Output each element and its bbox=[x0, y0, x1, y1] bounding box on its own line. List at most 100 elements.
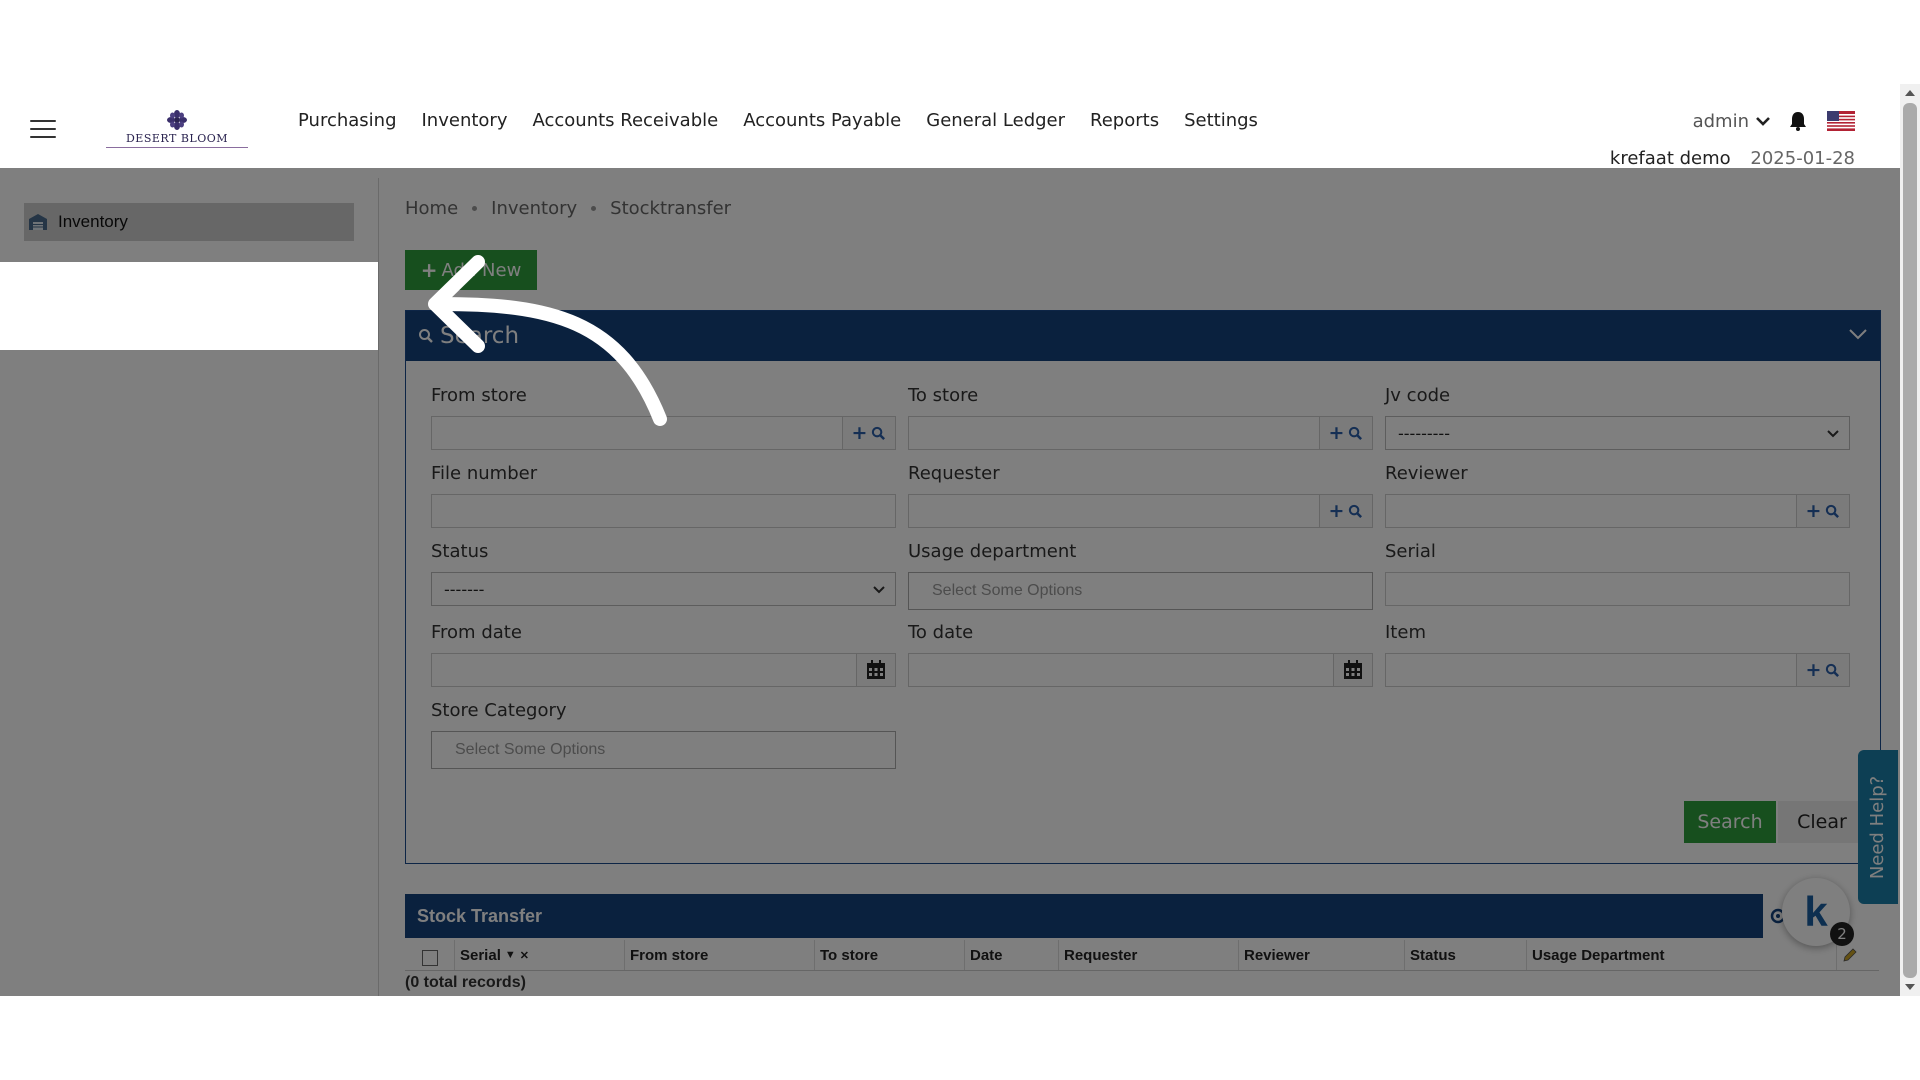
bell-icon[interactable] bbox=[1787, 110, 1809, 132]
file-number-field: File number bbox=[431, 463, 896, 528]
breadcrumb: Home Inventory Stocktransfer bbox=[405, 198, 731, 219]
usage-department-placeholder: Select Some Options bbox=[932, 582, 1083, 599]
requester-lookup-button[interactable]: + bbox=[1319, 495, 1372, 527]
nav-purchasing[interactable]: Purchasing bbox=[298, 110, 397, 131]
search-button[interactable]: Search bbox=[1684, 801, 1776, 843]
file-number-input[interactable] bbox=[432, 495, 895, 527]
nav-accounts-payable[interactable]: Accounts Payable bbox=[743, 110, 901, 131]
column-label: To store bbox=[820, 946, 879, 964]
column-serial[interactable]: Serial ▼ ✕ bbox=[455, 940, 625, 970]
plus-icon: + bbox=[1328, 421, 1345, 444]
to-date-field: To date bbox=[908, 622, 1373, 687]
nav-settings[interactable]: Settings bbox=[1184, 110, 1258, 131]
from-store-input[interactable] bbox=[432, 417, 842, 449]
chevron-down-icon[interactable] bbox=[1848, 327, 1868, 341]
column-status[interactable]: Status bbox=[1405, 940, 1527, 970]
column-date[interactable]: Date bbox=[965, 940, 1059, 970]
item-field: Item + bbox=[1385, 622, 1850, 687]
breadcrumb-home[interactable]: Home bbox=[405, 198, 458, 219]
pencil-icon[interactable] bbox=[1842, 947, 1858, 963]
reviewer-lookup-button[interactable]: + bbox=[1796, 495, 1849, 527]
breadcrumb-separator bbox=[472, 206, 478, 211]
nav-reports[interactable]: Reports bbox=[1090, 110, 1159, 131]
column-label: Reviewer bbox=[1244, 946, 1310, 964]
company-logo[interactable]: DESERT BLOOM bbox=[106, 110, 248, 150]
reviewer-control: + bbox=[1385, 494, 1850, 528]
nav-accounts-receivable[interactable]: Accounts Receivable bbox=[532, 110, 718, 131]
column-label: Status bbox=[1410, 946, 1456, 964]
reviewer-input[interactable] bbox=[1386, 495, 1796, 527]
warehouse-icon bbox=[29, 214, 47, 230]
item-input[interactable] bbox=[1386, 654, 1796, 686]
sort-desc-icon[interactable]: ▼ bbox=[505, 949, 516, 961]
results-header: Stock Transfer bbox=[405, 894, 1763, 938]
scroll-down-icon[interactable] bbox=[1903, 980, 1917, 994]
file-number-control bbox=[431, 494, 896, 528]
store-category-multiselect[interactable]: Select Some Options bbox=[431, 731, 896, 769]
column-to-store[interactable]: To store bbox=[815, 940, 965, 970]
sidebar-item-inventory[interactable]: Inventory bbox=[24, 203, 354, 241]
need-help-label: Need Help? bbox=[1867, 775, 1889, 879]
item-lookup-button[interactable]: + bbox=[1796, 654, 1849, 686]
us-flag-icon[interactable] bbox=[1827, 111, 1855, 131]
jv-code-select[interactable]: --------- bbox=[1385, 416, 1850, 450]
status-value: ------- bbox=[444, 579, 485, 599]
requester-field: Requester + bbox=[908, 463, 1373, 528]
select-all-cell bbox=[405, 940, 455, 970]
column-reviewer[interactable]: Reviewer bbox=[1239, 940, 1405, 970]
serial-input[interactable] bbox=[1386, 573, 1849, 605]
item-control: + bbox=[1385, 653, 1850, 687]
from-date-label: From date bbox=[431, 622, 522, 643]
nav-inventory[interactable]: Inventory bbox=[422, 110, 508, 131]
scrollbar-thumb[interactable] bbox=[1903, 103, 1917, 978]
plus-icon: + bbox=[1805, 499, 1822, 522]
status-select[interactable]: ------- bbox=[431, 572, 896, 606]
company-date-line: krefaat demo 2025-01-28 bbox=[1610, 148, 1855, 169]
column-requester[interactable]: Requester bbox=[1059, 940, 1239, 970]
search-icon bbox=[872, 426, 886, 440]
from-store-lookup-button[interactable]: + bbox=[842, 417, 895, 449]
clear-button[interactable]: Clear bbox=[1778, 801, 1866, 843]
column-label: Requester bbox=[1064, 946, 1138, 964]
scroll-up-icon[interactable] bbox=[1903, 86, 1917, 100]
to-date-calendar-button[interactable] bbox=[1333, 654, 1372, 686]
breadcrumb-inventory[interactable]: Inventory bbox=[491, 198, 577, 219]
add-new-button[interactable]: + Add New bbox=[405, 250, 537, 290]
to-store-input[interactable] bbox=[909, 417, 1319, 449]
from-date-input[interactable] bbox=[432, 654, 856, 686]
search-icon bbox=[1349, 504, 1363, 518]
main-content: Home Inventory Stocktransfer + Add New S… bbox=[379, 178, 1900, 996]
search-icon bbox=[419, 329, 433, 343]
serial-field: Serial bbox=[1385, 541, 1850, 606]
search-panel-header[interactable]: Search bbox=[406, 311, 1880, 361]
chevron-down-icon bbox=[1827, 430, 1839, 438]
usage-department-multiselect[interactable]: Select Some Options bbox=[908, 572, 1373, 610]
column-usage-department[interactable]: Usage Department bbox=[1527, 940, 1837, 970]
current-date: 2025-01-28 bbox=[1750, 148, 1855, 169]
search-icon bbox=[1826, 504, 1840, 518]
need-help-tab[interactable]: Need Help? bbox=[1858, 750, 1898, 904]
to-date-control bbox=[908, 653, 1373, 687]
jv-code-value: --------- bbox=[1398, 423, 1450, 443]
from-date-calendar-button[interactable] bbox=[856, 654, 895, 686]
jv-code-label: Jv code bbox=[1385, 385, 1451, 406]
nav-general-ledger[interactable]: General Ledger bbox=[926, 110, 1065, 131]
select-all-checkbox[interactable] bbox=[421, 949, 438, 966]
remove-sort-icon[interactable]: ✕ bbox=[520, 949, 529, 962]
to-date-input[interactable] bbox=[909, 654, 1333, 686]
calendar-icon bbox=[1344, 660, 1362, 679]
search-panel-title: Search bbox=[440, 323, 520, 349]
to-store-lookup-button[interactable]: + bbox=[1319, 417, 1372, 449]
company-name: krefaat demo bbox=[1609, 148, 1731, 169]
column-from-store[interactable]: From store bbox=[625, 940, 815, 970]
requester-input[interactable] bbox=[909, 495, 1319, 527]
hamburger-menu-icon[interactable] bbox=[30, 120, 56, 138]
to-date-label: To date bbox=[908, 622, 974, 643]
chevron-down-icon[interactable] bbox=[1755, 113, 1771, 129]
breadcrumb-separator bbox=[591, 206, 597, 211]
user-menu[interactable]: admin bbox=[1693, 111, 1749, 132]
from-date-field: From date bbox=[431, 622, 896, 687]
to-store-field: To store + bbox=[908, 385, 1373, 450]
column-label: Date bbox=[970, 946, 1003, 964]
chevron-down-icon bbox=[873, 586, 885, 594]
